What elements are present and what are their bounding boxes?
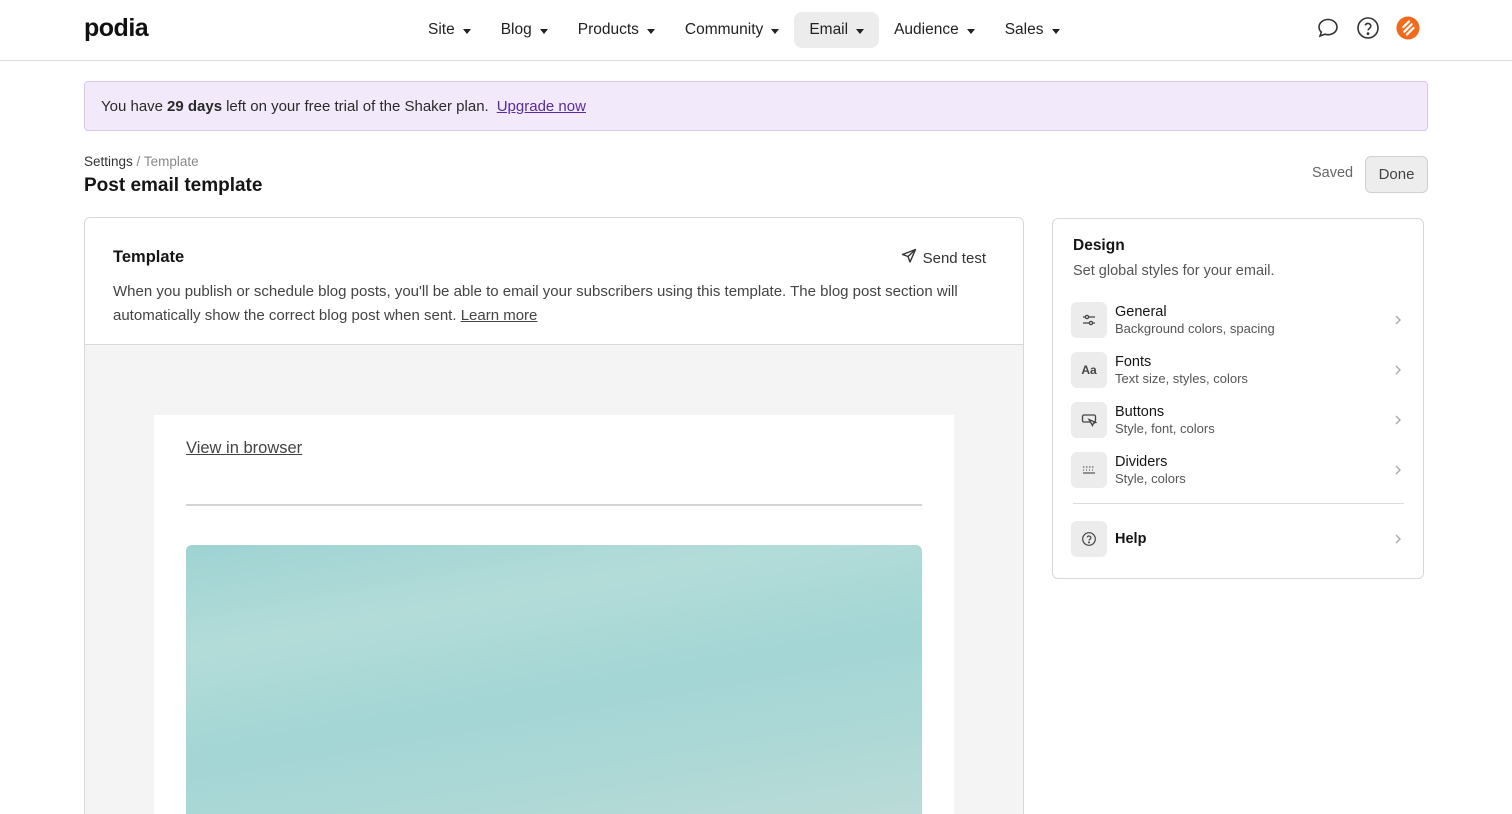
- design-item-desc: Style, font, colors: [1115, 420, 1215, 436]
- template-header: Template Send test When you publish or s…: [85, 218, 1023, 345]
- email-header-image: [186, 545, 922, 814]
- help-label: Help: [1115, 531, 1147, 547]
- send-icon: [901, 248, 917, 268]
- design-divider: [1073, 503, 1404, 504]
- banner-prefix: You have: [101, 97, 164, 115]
- email-divider: [186, 504, 922, 506]
- saved-status: Saved: [1312, 165, 1354, 181]
- learn-more-link[interactable]: Learn more: [461, 307, 538, 324]
- chevron-right-icon: [1391, 313, 1405, 327]
- nav-sales-label: Sales: [1004, 21, 1044, 38]
- help-icon[interactable]: [1356, 16, 1380, 40]
- top-icons: [1316, 16, 1420, 40]
- avatar[interactable]: [1396, 16, 1420, 40]
- nav-site[interactable]: Site: [413, 12, 486, 48]
- design-item-desc: Background colors, spacing: [1115, 320, 1275, 336]
- send-test-button[interactable]: Send test: [901, 248, 986, 268]
- breadcrumb: Settings / Template: [84, 154, 199, 169]
- sliders-icon: [1071, 302, 1107, 338]
- nav-audience-label: Audience: [894, 21, 959, 38]
- design-item-buttons[interactable]: Buttons Style, font, colors: [1071, 401, 1405, 439]
- design-title: Design: [1073, 237, 1125, 254]
- design-subtitle: Set global styles for your email.: [1073, 263, 1275, 279]
- nav-audience[interactable]: Audience: [879, 12, 990, 48]
- button-cursor-icon: [1071, 402, 1107, 438]
- caret-down-icon: [771, 28, 780, 34]
- design-item-label: Dividers: [1115, 453, 1168, 470]
- main-nav: Site Blog Products Community Email Audie…: [413, 12, 1075, 48]
- fonts-icon-glyph: Aa: [1081, 363, 1097, 377]
- chevron-right-icon: [1391, 463, 1405, 477]
- design-item-desc: Style, colors: [1115, 470, 1186, 486]
- caret-down-icon: [966, 28, 975, 34]
- help-circle-icon: [1071, 521, 1107, 557]
- chevron-right-icon: [1391, 413, 1405, 427]
- design-item-desc: Text size, styles, colors: [1115, 370, 1248, 386]
- design-item-label: General: [1115, 303, 1167, 320]
- send-test-label: Send test: [922, 249, 986, 267]
- email-preview: View in browser: [154, 415, 954, 814]
- banner-suffix: left on your free trial of the Shaker pl…: [226, 97, 489, 115]
- design-item-label: Buttons: [1115, 403, 1165, 420]
- design-item-fonts[interactable]: Aa Fonts Text size, styles, colors: [1071, 351, 1405, 389]
- breadcrumb-current: Template: [143, 154, 199, 169]
- fonts-icon: Aa: [1071, 352, 1107, 388]
- caret-down-icon: [462, 28, 471, 34]
- design-item-label: Fonts: [1115, 353, 1152, 370]
- page-title: Post email template: [84, 175, 263, 196]
- template-description: When you publish or schedule blog posts,…: [113, 280, 983, 328]
- nav-products[interactable]: Products: [563, 12, 670, 48]
- nav-email-label: Email: [809, 21, 849, 38]
- design-item-help[interactable]: Help: [1071, 520, 1405, 558]
- view-in-browser-link[interactable]: View in browser: [186, 439, 302, 458]
- nav-community[interactable]: Community: [670, 12, 794, 48]
- breadcrumb-settings[interactable]: Settings: [84, 154, 133, 169]
- chevron-right-icon: [1391, 363, 1405, 377]
- done-button[interactable]: Done: [1365, 156, 1428, 193]
- nav-site-label: Site: [428, 21, 455, 38]
- design-item-dividers[interactable]: Dividers Style, colors: [1071, 451, 1405, 489]
- design-panel: Design Set global styles for your email.…: [1052, 218, 1424, 579]
- design-item-general[interactable]: General Background colors, spacing: [1071, 301, 1405, 339]
- caret-down-icon: [539, 28, 548, 34]
- nav-email[interactable]: Email: [794, 12, 880, 48]
- template-title: Template: [113, 248, 185, 266]
- nav-community-label: Community: [684, 21, 764, 38]
- nav-products-label: Products: [577, 21, 639, 38]
- nav-blog-label: Blog: [500, 21, 532, 38]
- nav-blog[interactable]: Blog: [486, 12, 563, 48]
- breadcrumb-separator: /: [136, 154, 141, 169]
- top-navbar: podia Site Blog Products Community Email…: [0, 0, 1512, 61]
- nav-sales[interactable]: Sales: [990, 12, 1075, 48]
- banner-days: 29 days: [167, 97, 223, 115]
- chat-icon[interactable]: [1316, 16, 1340, 40]
- template-panel: Template Send test When you publish or s…: [84, 217, 1024, 814]
- dividers-icon: [1071, 452, 1107, 488]
- caret-down-icon: [1051, 28, 1060, 34]
- caret-down-icon: [856, 28, 865, 34]
- trial-banner: You have 29 days left on your free trial…: [84, 81, 1428, 131]
- upgrade-now-link[interactable]: Upgrade now: [497, 98, 586, 115]
- chevron-right-icon: [1391, 532, 1405, 546]
- caret-down-icon: [646, 28, 655, 34]
- podia-logo[interactable]: podia: [84, 14, 149, 43]
